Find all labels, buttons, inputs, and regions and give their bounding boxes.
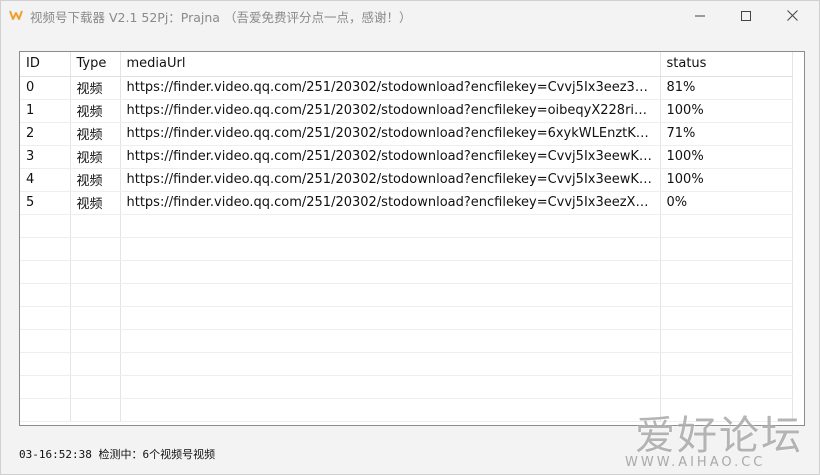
cell-id: 5: [20, 191, 71, 215]
empty-row: [20, 352, 793, 376]
window-title: 视频号下载器 V2.1 52Pj：Prajna （吾爱免费评分点一点，感谢！）: [30, 10, 412, 25]
table-row[interactable]: 2 视频 https://finder.video.qq.com/251/203…: [20, 122, 793, 146]
cell-media-url: https://finder.video.qq.com/251/20302/st…: [120, 145, 661, 169]
cell-status: 81%: [660, 76, 793, 100]
empty-row: [20, 214, 793, 238]
watermark-text: 爱好论坛: [635, 413, 803, 459]
column-header-status[interactable]: status: [660, 52, 793, 77]
column-header-mediaurl[interactable]: mediaUrl: [120, 52, 661, 77]
empty-row: [20, 375, 793, 399]
cell-id: 2: [20, 122, 71, 146]
cell-media-url: https://finder.video.qq.com/251/20302/st…: [120, 122, 661, 146]
table-row[interactable]: 5 视频 https://finder.video.qq.com/251/203…: [20, 191, 793, 215]
cell-type: 视频: [70, 168, 121, 192]
cell-type: 视频: [70, 145, 121, 169]
table-row[interactable]: 1 视频 https://finder.video.qq.com/251/203…: [20, 99, 793, 123]
cell-type: 视频: [70, 191, 121, 215]
table-row[interactable]: 4 视频 https://finder.video.qq.com/251/203…: [20, 168, 793, 192]
cell-id: 0: [20, 76, 71, 100]
column-header-type[interactable]: Type: [70, 52, 121, 77]
minimize-icon: [695, 6, 705, 25]
empty-row: [20, 329, 793, 353]
download-table: ID Type mediaUrl status 0 视频 https://fin…: [20, 52, 793, 422]
empty-row: [20, 260, 793, 284]
minimize-button[interactable]: [677, 1, 723, 29]
watermark-url: WWW.AIHAO.CC: [625, 455, 766, 470]
cell-media-url: https://finder.video.qq.com/251/20302/st…: [120, 76, 661, 100]
watermark-logo: 爱好论坛 WWW.AIHAO.CC: [613, 403, 813, 473]
cell-type: 视频: [70, 122, 121, 146]
app-window: 视频号下载器 V2.1 52Pj：Prajna （吾爱免费评分点一点，感谢！）: [0, 0, 820, 475]
cell-type: 视频: [70, 99, 121, 123]
maximize-button[interactable]: [723, 1, 769, 29]
title-bar[interactable]: 视频号下载器 V2.1 52Pj：Prajna （吾爱免费评分点一点，感谢！）: [1, 1, 819, 29]
cell-media-url: https://finder.video.qq.com/251/20302/st…: [120, 168, 661, 192]
cell-status: 71%: [660, 122, 793, 146]
cell-id: 1: [20, 99, 71, 123]
cell-status: 0%: [660, 191, 793, 215]
download-list[interactable]: ID Type mediaUrl status 0 视频 https://fin…: [19, 51, 805, 426]
cell-id: 4: [20, 168, 71, 192]
cell-type: 视频: [70, 76, 121, 100]
cell-status: 100%: [660, 168, 793, 192]
cell-media-url: https://finder.video.qq.com/251/20302/st…: [120, 99, 661, 123]
column-header-id[interactable]: ID: [20, 52, 71, 77]
close-icon: [786, 6, 798, 25]
maximize-icon: [741, 6, 751, 25]
app-logo-icon: [9, 7, 23, 21]
table-header-row: ID Type mediaUrl status: [20, 52, 793, 77]
cell-id: 3: [20, 145, 71, 169]
status-bar-text: 03-16:52:38 检测中：6个视频号视频: [19, 448, 216, 461]
table-row[interactable]: 3 视频 https://finder.video.qq.com/251/203…: [20, 145, 793, 169]
cell-status: 100%: [660, 99, 793, 123]
empty-row: [20, 306, 793, 330]
empty-row: [20, 237, 793, 261]
close-button[interactable]: [769, 1, 815, 29]
empty-row: [20, 283, 793, 307]
cell-media-url: https://finder.video.qq.com/251/20302/st…: [120, 191, 661, 215]
table-row[interactable]: 0 视频 https://finder.video.qq.com/251/203…: [20, 76, 793, 100]
cell-status: 100%: [660, 145, 793, 169]
